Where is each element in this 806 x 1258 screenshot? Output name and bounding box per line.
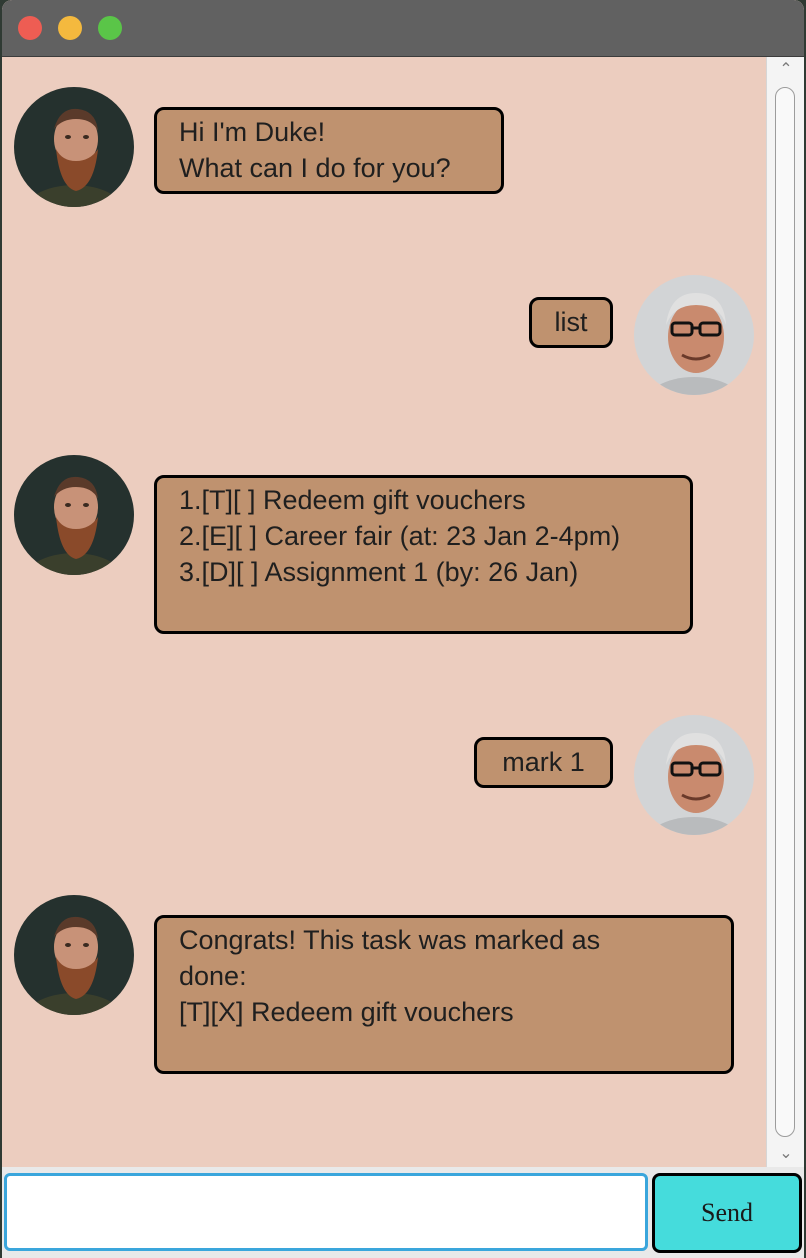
bearded-man-icon <box>14 455 134 575</box>
duke-avatar <box>14 87 134 207</box>
duke-avatar <box>14 455 134 575</box>
user-message: list <box>2 275 764 397</box>
man-with-glasses-icon <box>634 715 754 835</box>
duke-message: Congrats! This task was marked as done: … <box>2 895 764 1075</box>
message-line: Congrats! This task was marked as <box>179 925 601 955</box>
user-avatar <box>634 715 754 835</box>
bearded-man-icon <box>14 87 134 207</box>
title-bar <box>2 0 804 57</box>
bearded-man-icon <box>14 895 134 1015</box>
message-bubble: list <box>529 297 613 348</box>
message-line: [T][X] Redeem gift vouchers <box>179 997 514 1027</box>
duke-message: 1.[T][ ] Redeem gift vouchers 2.[E][ ] C… <box>2 455 764 635</box>
zoom-window-button[interactable] <box>98 16 122 40</box>
message-bubble: Hi I'm Duke! What can I do for you? <box>154 107 504 194</box>
minimize-window-button[interactable] <box>58 16 82 40</box>
duke-message: Hi I'm Duke! What can I do for you? <box>2 87 764 209</box>
close-window-button[interactable] <box>18 16 42 40</box>
message-bubble: 1.[T][ ] Redeem gift vouchers 2.[E][ ] C… <box>154 475 693 634</box>
message-line: list <box>554 307 588 337</box>
man-with-glasses-icon <box>634 275 754 395</box>
message-line: Hi I'm Duke! <box>179 117 326 147</box>
scroll-down-arrow-icon[interactable]: ⌄ <box>777 1145 795 1163</box>
message-line: What can I do for you? <box>179 153 451 183</box>
app-window: Hi I'm Duke! What can I do for you? list <box>2 0 804 1258</box>
message-bubble: mark 1 <box>474 737 613 788</box>
user-message: mark 1 <box>2 715 764 837</box>
scroll-up-arrow-icon[interactable]: ⌃ <box>777 61 795 79</box>
duke-avatar <box>14 895 134 1015</box>
message-line: 3.[D][ ] Assignment 1 (by: 26 Jan) <box>179 557 579 587</box>
message-bubble: Congrats! This task was marked as done: … <box>154 915 734 1074</box>
user-avatar <box>634 275 754 395</box>
dialog-container: Hi I'm Duke! What can I do for you? list <box>2 57 764 1157</box>
message-line: mark 1 <box>502 747 585 777</box>
input-bar: Send <box>2 1167 804 1258</box>
message-line: done: <box>179 961 247 991</box>
user-input-field[interactable] <box>4 1173 648 1251</box>
message-line: 1.[T][ ] Redeem gift vouchers <box>179 485 526 515</box>
scroll-thumb[interactable] <box>775 87 795 1137</box>
send-button[interactable]: Send <box>652 1173 802 1253</box>
message-line: 2.[E][ ] Career fair (at: 23 Jan 2-4pm) <box>179 521 621 551</box>
vertical-scrollbar[interactable]: ⌃ ⌄ <box>766 57 804 1167</box>
